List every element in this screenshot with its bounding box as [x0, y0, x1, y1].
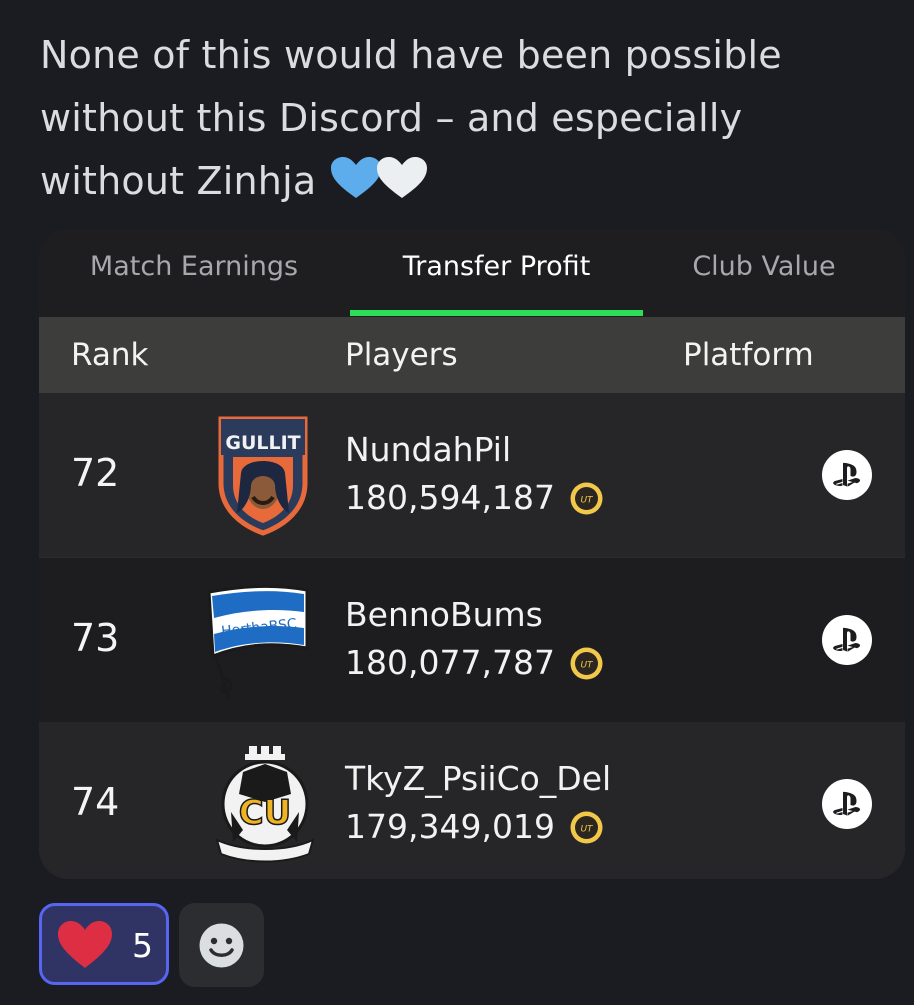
- player-name: NundahPil: [345, 430, 512, 469]
- rank-value: 74: [71, 780, 120, 824]
- cambridge-united-crest-icon: CU: [203, 742, 327, 866]
- reaction-count: 5: [132, 926, 153, 965]
- transfer-profit-value: 180,594,187: [345, 478, 555, 517]
- playstation-icon: [821, 778, 873, 830]
- svg-text:GULLIT: GULLIT: [225, 432, 300, 454]
- playstation-icon: [821, 449, 873, 501]
- column-header-players: Players: [345, 337, 458, 373]
- player-transfer-profit: 180,594,187 UT: [345, 477, 604, 519]
- tab-club-value[interactable]: Club Value: [639, 247, 889, 287]
- add-reaction-icon: [199, 923, 244, 968]
- white-heart-icon: [375, 156, 429, 200]
- ut-coin-icon: UT: [569, 481, 604, 516]
- table-row[interactable]: 73 HerthaBSC BennoBums 180,077,787 UT: [39, 558, 905, 722]
- active-tab-indicator: [350, 310, 643, 316]
- tab-bar: Match Earnings Transfer Profit Club Valu…: [39, 229, 905, 317]
- rank-value: 72: [71, 451, 120, 495]
- column-header-rank: Rank: [71, 337, 149, 373]
- heart-reaction-button[interactable]: 5: [39, 903, 169, 985]
- add-reaction-button[interactable]: [179, 903, 264, 987]
- playstation-icon: [821, 614, 873, 666]
- ut-coin-icon: UT: [569, 646, 604, 681]
- hertha-bsc-flag-icon: HerthaBSC: [203, 578, 327, 702]
- tab-transfer-profit[interactable]: Transfer Profit: [350, 247, 643, 287]
- player-name: BennoBums: [345, 595, 543, 634]
- svg-text:UT: UT: [580, 660, 594, 670]
- rank-value: 73: [71, 616, 120, 660]
- table-row[interactable]: 72 GULLIT NundahPil 180,594,187 UT: [39, 393, 905, 557]
- transfer-profit-value: 180,077,787: [345, 643, 555, 682]
- red-heart-icon: [58, 921, 112, 968]
- table-row[interactable]: 74 CU TkyZ_PsiiCo_Del 179,349,019 UT: [39, 722, 905, 879]
- column-header-platform: Platform: [683, 337, 814, 373]
- svg-text:CU: CU: [239, 793, 292, 833]
- message-text: None of this would have been possible wi…: [40, 24, 890, 213]
- player-name: TkyZ_PsiiCo_Del: [345, 759, 612, 798]
- transfer-profit-value: 179,349,019: [345, 807, 555, 846]
- table-header: Rank Players Platform: [39, 317, 905, 393]
- svg-text:UT: UT: [580, 824, 594, 834]
- svg-text:UT: UT: [580, 495, 594, 505]
- leaderboard-card: Match Earnings Transfer Profit Club Valu…: [39, 229, 905, 879]
- tab-match-earnings[interactable]: Match Earnings: [59, 247, 329, 287]
- player-transfer-profit: 180,077,787 UT: [345, 642, 604, 684]
- ut-coin-icon: UT: [569, 810, 604, 845]
- gullit-crest-icon: GULLIT: [203, 413, 327, 537]
- player-transfer-profit: 179,349,019 UT: [345, 806, 604, 848]
